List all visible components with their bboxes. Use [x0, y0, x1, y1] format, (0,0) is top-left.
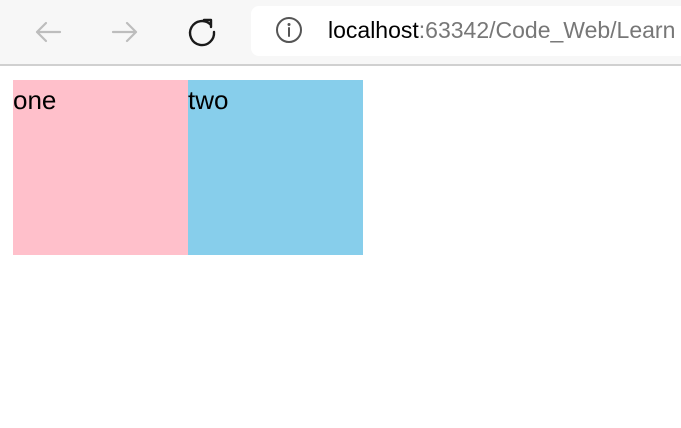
url-host: localhost	[328, 17, 419, 43]
forward-button[interactable]	[105, 12, 145, 52]
page-content: one two	[0, 66, 681, 428]
reload-icon	[188, 18, 216, 47]
back-button[interactable]	[28, 12, 68, 52]
box-one: one	[13, 80, 188, 255]
box-two: two	[188, 80, 363, 255]
info-icon[interactable]	[275, 16, 303, 44]
arrow-right-icon	[111, 21, 138, 43]
browser-toolbar: localhost:63342/Code_Web/Learn	[0, 0, 681, 66]
reload-button[interactable]	[182, 12, 222, 52]
address-bar[interactable]: localhost:63342/Code_Web/Learn	[251, 6, 681, 56]
url-path: :63342/Code_Web/Learn	[418, 17, 676, 43]
arrow-left-icon	[35, 21, 62, 43]
url-text[interactable]: localhost:63342/Code_Web/Learn	[328, 16, 675, 44]
